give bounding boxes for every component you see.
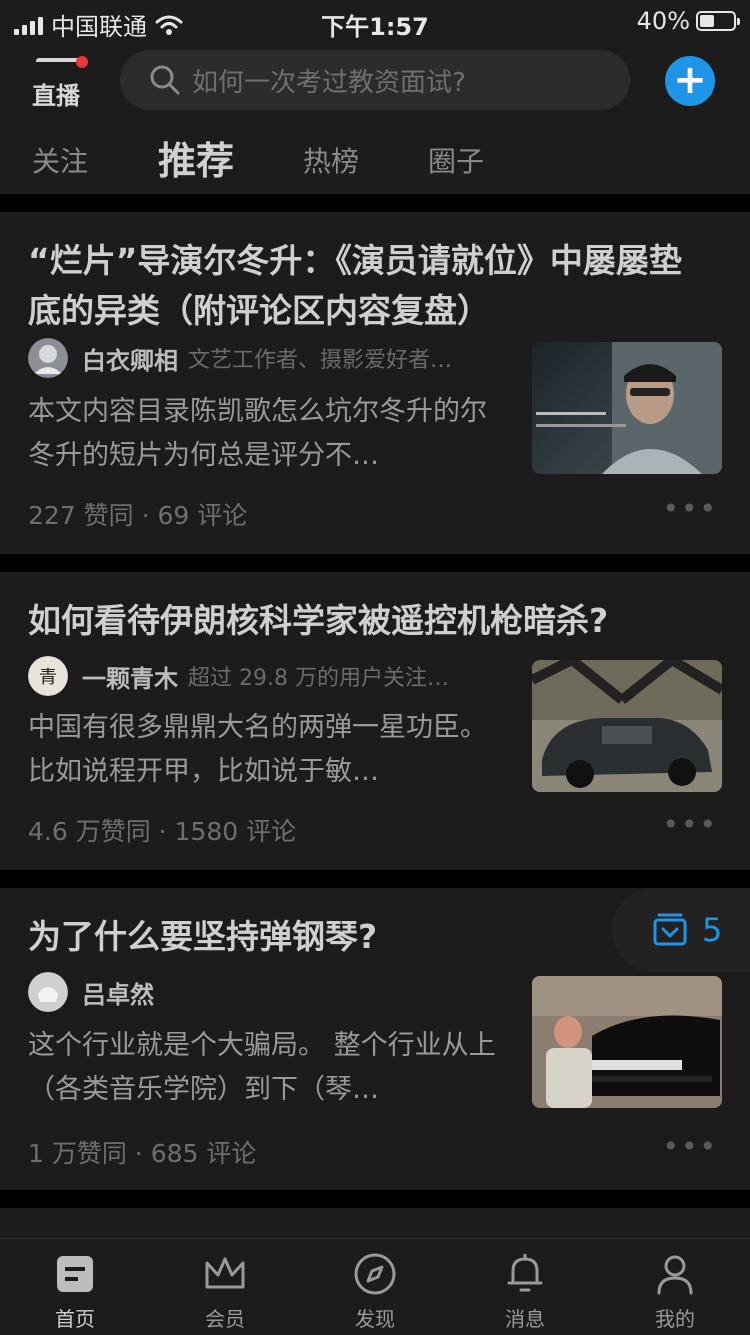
inbox-icon [653,913,687,946]
card-title[interactable]: “烂片”导演尔冬升：《演员请就位》中屡屡垫底的异类（附评论区内容复盘） [28,236,710,336]
live-label: 直播 [32,82,80,110]
home-icon [57,1256,93,1292]
feed-tabs: 关注 推荐 热榜 圈子 [0,130,750,190]
battery-icon [696,11,740,31]
bell-icon [507,1254,543,1292]
search-icon [150,65,180,95]
feed-card-partial [0,1208,750,1238]
tab-label: 首页 [55,1307,95,1331]
author-name: 白衣卿相 [82,346,178,375]
more-options-icon[interactable]: ••• [662,808,718,841]
avatar [28,338,68,378]
card-title[interactable]: 如何看待伊朗核科学家被遥控机枪暗杀? [28,596,710,646]
search-placeholder: 如何一次考过教资面试? [192,67,466,98]
tab-follow[interactable]: 关注 [32,140,88,180]
tab-label: 发现 [355,1307,395,1331]
card-thumbnail[interactable] [532,976,722,1108]
tab-label: 我的 [655,1307,695,1331]
card-stats: 227 赞同 · 69 评论 [28,501,248,530]
card-excerpt[interactable]: 中国有很多鼎鼎大名的两弹一星功臣。 比如说程开甲，比如说于敏… [28,706,498,794]
live-button[interactable]: 直播 [30,54,96,110]
tab-discover[interactable]: 发现 [325,1251,425,1332]
card-stats: 4.6 万赞同 · 1580 评论 [28,817,297,846]
card-author[interactable]: 青 一颗青木 超过 29.8 万的用户关注… [28,656,518,696]
author-name: 一颗青木 [82,664,178,693]
card-excerpt[interactable]: 这个行业就是个大骗局。 整个行业从上（各类音乐学院）到下（琴… [28,1024,498,1112]
piano-photo-image [532,976,722,1108]
author-description: 文艺工作者、摄影爱好者… [188,348,453,373]
tab-membership[interactable]: 会员 [175,1251,275,1332]
top-bar: 直播 如何一次考过教资面试? + 关注 推荐 热榜 圈子 [0,44,750,194]
portrait-image [536,342,722,474]
card-title[interactable]: 为了什么要坚持弹钢琴? [28,912,600,962]
card-thumbnail[interactable] [532,342,722,474]
tab-home[interactable]: 首页 [25,1251,125,1332]
feed-card[interactable]: “烂片”导演尔冬升：《演员请就位》中屡屡垫底的异类（附评论区内容复盘） 白衣卿相… [0,212,750,554]
feed-card[interactable]: 如何看待伊朗核科学家被遥控机枪暗杀? 青 一颗青木 超过 29.8 万的用户关注… [0,572,750,870]
avatar [28,972,68,1012]
tab-profile[interactable]: 我的 [625,1251,725,1332]
compass-icon [354,1253,396,1295]
card-stats: 1 万赞同 · 685 评论 [28,1139,257,1168]
tab-hot-list[interactable]: 热榜 [303,140,359,180]
tv-icon [36,58,80,76]
svg-text:青: 青 [39,667,57,688]
profile-icon [657,1255,693,1295]
floating-badge-count: 5 [702,911,723,949]
card-author[interactable]: 吕卓然 [28,972,518,1012]
tab-circles[interactable]: 圈子 [428,140,484,180]
battery-percent: 40% [636,7,690,35]
author-description: 超过 29.8 万的用户关注… [188,666,449,691]
tab-label: 消息 [505,1307,545,1331]
tab-recommend[interactable]: 推荐 [158,130,234,185]
avatar: 青 [28,656,68,696]
car-photo-image [532,660,722,792]
floating-read-later-button[interactable]: 5 [612,888,750,972]
status-bar: 中国联通 下午1:57 40% [0,0,750,44]
crown-icon [205,1257,245,1289]
plus-icon: + [673,57,707,103]
more-options-icon[interactable]: ••• [662,492,718,525]
card-thumbnail[interactable] [532,660,722,792]
live-indicator-dot [76,56,88,68]
author-name: 吕卓然 [82,980,154,1009]
bottom-tab-bar: 首页 会员 发现 消息 我的 [0,1238,750,1335]
card-author[interactable]: 白衣卿相 文艺工作者、摄影爱好者… [28,338,518,378]
card-excerpt[interactable]: 本文内容目录陈凯歌怎么坑尔冬升的尔冬升的短片为何总是评分不… [28,390,498,478]
search-input[interactable]: 如何一次考过教资面试? [120,50,630,110]
tab-messages[interactable]: 消息 [475,1251,575,1332]
add-button[interactable]: + [665,56,715,106]
more-options-icon[interactable]: ••• [662,1130,718,1163]
tab-label: 会员 [205,1307,245,1331]
